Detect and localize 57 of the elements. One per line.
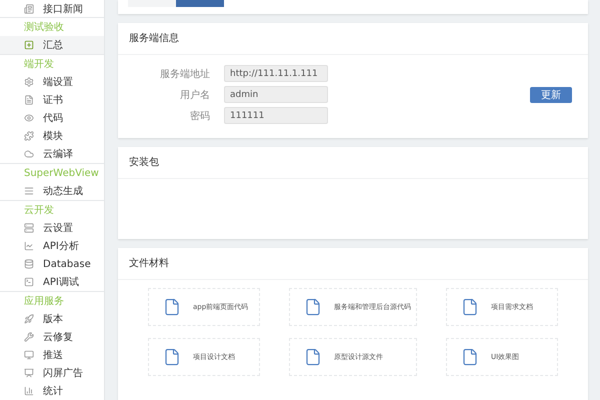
card-title: 服务端信息 [118,23,588,55]
field-label: 服务端地址 [159,68,210,80]
tab[interactable] [128,0,176,7]
monitor-icon [24,350,34,360]
update-button[interactable]: 更新 [530,86,572,102]
database-icon [24,259,34,269]
sidebar-item[interactable]: 动态生成 [0,182,104,200]
sidebar-item[interactable]: 模块 [0,127,104,145]
sidebar-item[interactable]: 版本 [0,310,104,328]
list-icon [24,186,34,196]
card-title: 文件材料 [118,248,588,280]
sidebar-item[interactable]: 端设置 [0,73,104,91]
sidebar-item[interactable]: 汇总 [0,36,104,54]
sidebar-group-title: 端开发 [23,58,55,72]
input-field[interactable]: admin [224,86,328,103]
file-icon [304,298,322,316]
file-icon [461,298,479,316]
sidebar-item[interactable]: 云设置 [0,219,104,237]
sidebar-item[interactable]: 证书 [0,91,104,109]
sidebar-item[interactable]: 闪屏广告 [0,364,104,382]
card-title: 安装包 [118,147,588,179]
plus-square-icon [24,40,34,50]
rocket-icon [24,314,34,324]
sidebar-group-title: SuperWebView [23,167,100,181]
sidebar-item[interactable]: 推送 [0,346,104,364]
field-label: 密码 [189,110,210,122]
terminal-icon [24,277,34,287]
document-icon [24,95,34,105]
presentation-icon [24,368,34,378]
sidebar-item[interactable]: API分析 [0,237,104,255]
bar-chart-icon [24,386,34,396]
sidebar-group-title: 应用服务 [23,294,65,309]
line-chart-icon [24,241,34,251]
file-icon [461,348,479,366]
wrench-icon [24,332,34,342]
input-field[interactable]: 111111 [224,107,328,124]
cloud-icon [24,149,34,159]
file-icon [304,348,322,366]
sidebar-group-title: 云开发 [23,204,55,218]
sidebar-item[interactable]: 云编译 [0,145,104,163]
sidebar-item[interactable]: 代码 [0,109,104,127]
sidebar-item[interactable]: 接口新闻 [0,0,104,17]
puzzle-icon [24,131,34,141]
sidebar-item[interactable]: API调试 [0,273,104,291]
server-icon [24,223,34,233]
sidebar-item[interactable]: 统计 [0,382,104,400]
sidebar-item[interactable]: 云修复 [0,328,104,346]
input-field[interactable]: http://111.11.1.111 [224,65,328,82]
gear-icon [24,77,34,87]
file-icon [163,348,181,366]
eye-icon [24,113,34,123]
sidebar-group-title: 测试验收 [23,20,65,35]
field-label: 用户名 [179,88,210,102]
newspaper-icon [24,4,34,14]
file-icon [163,298,181,316]
sidebar-item[interactable]: Database [0,255,104,273]
tab[interactable] [176,0,224,7]
